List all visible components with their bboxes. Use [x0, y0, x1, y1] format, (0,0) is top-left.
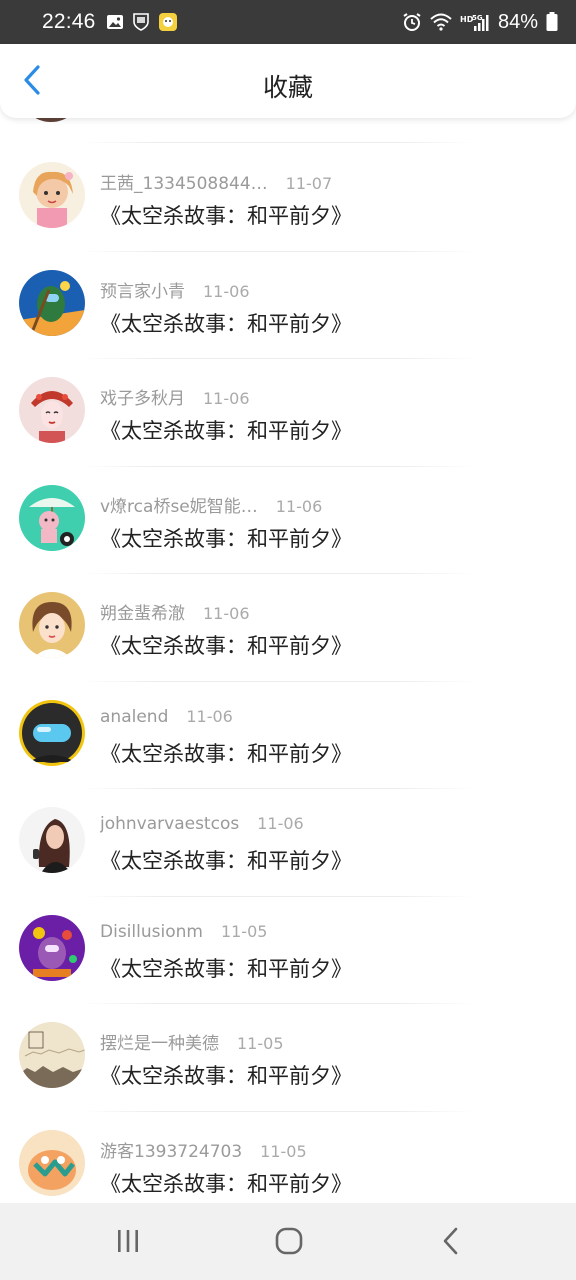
avatar [19, 484, 85, 551]
user-name: 摆烂是一种美德 [100, 1034, 219, 1054]
system-nav-bar [0, 1203, 576, 1280]
alarm-icon [402, 12, 422, 32]
item-title: 《太空杀故事：和平前夕》 [100, 419, 352, 443]
user-name: v燎rca桥se妮智能… [100, 496, 258, 517]
list-item[interactable]: 朔金蜚希澈 11-06 《太空杀故事：和平前夕》 [0, 574, 576, 682]
avatar [19, 1129, 85, 1196]
list-item[interactable]: 预言家小青 11-06 《太空杀故事：和平前夕》 [0, 252, 576, 359]
item-date: 11-06 [203, 389, 250, 408]
wifi-icon [430, 13, 452, 31]
list-item[interactable]: 游客1393724703 11-05 《太空杀故事：和平前夕》 [0, 1112, 576, 1204]
status-notification-icons [106, 12, 178, 32]
list-item[interactable]: v燎rca桥se妮智能… 11-06 《太空杀故事：和平前夕》 [0, 467, 576, 574]
list-item[interactable]: 摆烂是一种美德 11-05 《太空杀故事：和平前夕》 [0, 1004, 576, 1112]
item-meta: analend 11-06 [100, 707, 233, 727]
avatar [19, 269, 85, 336]
item-meta: johnvarvaestcos 11-06 [100, 814, 304, 834]
item-title: 《太空杀故事：和平前夕》 [100, 1064, 352, 1088]
avatar [19, 699, 85, 766]
item-meta: 朔金蜚希澈 11-06 [100, 599, 250, 624]
avatar [19, 162, 85, 228]
list-item[interactable]: Disillusionm 11-05 《太空杀故事：和平前夕》 [0, 897, 576, 1004]
item-title: 《太空杀故事：和平前夕》 [100, 1171, 352, 1196]
list-item[interactable]: johnvarvaestcos 11-06 《太空杀故事：和平前夕》 [0, 789, 576, 897]
user-name: 戏子多秋月 [100, 389, 185, 409]
user-name: 游客1393724703 [100, 1141, 243, 1162]
item-title: 《太空杀故事：和平前夕》 [100, 204, 352, 228]
item-date: 11-05 [260, 1141, 307, 1161]
user-name: 朔金蜚希澈 [100, 604, 185, 624]
battery-percent: 84% [497, 10, 538, 33]
shield-badge-icon [132, 12, 150, 32]
avatar [19, 914, 85, 981]
avatar [19, 118, 83, 122]
svg-text:5G: 5G [472, 14, 483, 22]
item-date: 11-05 [237, 1034, 284, 1053]
item-title: 《太空杀故事：和平前夕》 [100, 956, 352, 981]
avatar [19, 807, 85, 873]
item-date: 11-06 [257, 814, 304, 833]
item-date: 11-06 [203, 604, 250, 623]
app-notification-icon [158, 12, 178, 32]
divider [80, 142, 476, 143]
item-title: 《太空杀故事：和平前夕》 [100, 634, 352, 658]
item-meta: 预言家小青 11-06 [100, 277, 250, 302]
page-title: 收藏 [262, 73, 313, 102]
user-name: analend [100, 706, 169, 727]
gallery-icon [106, 13, 124, 31]
item-date: 11-06 [275, 496, 323, 516]
status-time: 22:46 [42, 10, 96, 33]
item-meta: 戏子多秋月 11-06 [100, 384, 250, 409]
item-meta: 摆烂是一种美德 11-05 [100, 1029, 284, 1054]
favorites-list[interactable]: 王茜_1334508844… 11-07 《太空杀故事：和平前夕》 预言家小青 … [0, 118, 576, 1203]
status-bar: 22:46 HD 5G 84% [0, 0, 576, 44]
item-date: 11-06 [203, 281, 250, 301]
battery-icon [546, 12, 558, 32]
home-button[interactable] [269, 1223, 309, 1263]
item-meta: v燎rca桥se妮智能… 11-06 [100, 492, 322, 517]
back-icon [441, 1227, 461, 1259]
item-meta: Disillusionm 11-05 [100, 922, 267, 942]
avatar [19, 377, 85, 443]
item-title: 《太空杀故事：和平前夕》 [100, 526, 352, 551]
list-item-partial[interactable] [0, 118, 576, 144]
user-name: Disillusionm [100, 921, 203, 942]
status-system-icons: HD 5G 84% [402, 11, 558, 34]
header: 收藏 [0, 44, 576, 118]
item-meta: 游客1393724703 11-05 [100, 1137, 307, 1162]
avatar [19, 592, 85, 658]
item-meta: 王茜_1334508844… 11-07 [100, 169, 332, 194]
avatar [19, 1022, 85, 1088]
item-date: 11-07 [285, 174, 333, 193]
home-icon [275, 1227, 303, 1259]
list-item[interactable]: analend 11-06 《太空杀故事：和平前夕》 [0, 682, 576, 789]
user-name: 预言家小青 [100, 281, 185, 302]
user-name: 王茜_1334508844… [100, 174, 268, 194]
item-title: 《太空杀故事：和平前夕》 [100, 741, 352, 766]
list-item[interactable]: 戏子多秋月 11-06 《太空杀故事：和平前夕》 [0, 359, 576, 467]
signal-5g-icon: HD 5G [460, 12, 490, 32]
item-date: 11-05 [220, 921, 268, 941]
nav-back-button[interactable] [431, 1223, 471, 1263]
list-item[interactable]: 王茜_1334508844… 11-07 《太空杀故事：和平前夕》 [0, 144, 576, 252]
user-name: johnvarvaestcos [100, 814, 240, 834]
item-title: 《太空杀故事：和平前夕》 [100, 311, 352, 336]
item-date: 11-06 [186, 706, 233, 726]
item-title: 《太空杀故事：和平前夕》 [100, 849, 352, 873]
recents-icon [115, 1228, 141, 1258]
recents-button[interactable] [108, 1223, 148, 1263]
